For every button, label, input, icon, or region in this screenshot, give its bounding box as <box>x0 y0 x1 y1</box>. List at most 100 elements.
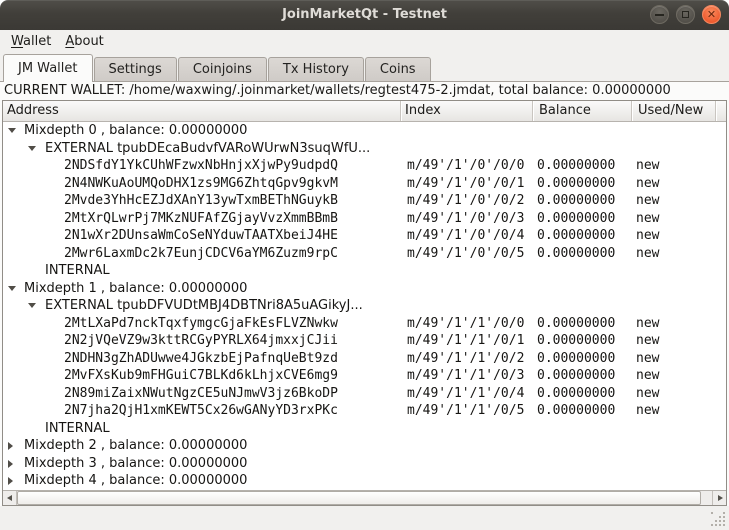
address-row[interactable]: 2MtLXaPd7nckTqxfymgcGjaFkEsFLVZNwkwm/49'… <box>3 315 726 333</box>
address-row[interactable]: 2NDSfdY1YkCUhWFzwxNbHnjxXjwPy9udpdQ m/49'… <box>3 157 726 175</box>
menu-wallet[interactable]: Wallet <box>4 32 58 51</box>
minimize-button[interactable] <box>650 5 669 24</box>
branch-row[interactable]: EXTERNAL tpubDEcaBudvfVARoWUrwN3suqWfU..… <box>3 140 726 158</box>
close-icon: ✕ <box>703 6 720 23</box>
minimize-icon <box>655 14 664 16</box>
mixdepth-label: Mixdepth 4 , balance: 0.00000000 <box>24 472 247 490</box>
balance-cell: 0.00000000 <box>537 192 615 210</box>
mixdepth-row[interactable]: Mixdepth 2 , balance: 0.00000000 <box>3 437 726 455</box>
tab-tx-history[interactable]: Tx History <box>268 57 364 81</box>
index-cell: m/49'/1'/0'/0/2 <box>407 192 524 210</box>
address-row[interactable]: 2MtXrQLwrPj7MKzNUFAfZGjayVvzXmmBBmB m/49'… <box>3 210 726 228</box>
index-cell: m/49'/1'/0'/0/0 <box>407 157 524 175</box>
scroll-right-button[interactable] <box>712 491 726 505</box>
index-cell: m/49'/1'/1'/0/1 <box>407 332 524 350</box>
address-cell: 2N4NWKuAoUMQoDHX1zs9MG6ZhtqGpv9gkvM <box>64 175 338 193</box>
address-row[interactable]: 2N2jVQeVZ9w3kttRCGyPYRLX64jmxxjCJiim/49'… <box>3 332 726 350</box>
mixdepth-label: Mixdepth 0 , balance: 0.00000000 <box>24 122 247 140</box>
address-cell: 2NDHN3gZhADUwwe4JGkzbEjPafnqUeBt9zd <box>64 350 338 368</box>
tab-coins[interactable]: Coins <box>365 57 431 81</box>
branch-label: INTERNAL <box>45 420 110 438</box>
index-cell: m/49'/1'/1'/0/3 <box>407 367 524 385</box>
address-cell: 2NDSfdY1YkCUhWFzwxNbHnjxXjwPy9udpdQ <box>64 157 338 175</box>
status-cell: new <box>636 350 659 368</box>
scroll-left-button[interactable] <box>3 491 17 505</box>
address-row[interactable]: 2NDHN3gZhADUwwe4JGkzbEjPafnqUeBt9zd m/49'… <box>3 350 726 368</box>
address-row[interactable]: 2N1wXr2DUnsaWmCoSeNYduwTAATXbeiJ4HEm/49'… <box>3 227 726 245</box>
address-cell: 2MvFXsKub9mFHGuiC7BLKd6kLhjxCVE6mg9 <box>64 367 338 385</box>
mixdepth-row[interactable]: Mixdepth 4 , balance: 0.00000000 <box>3 472 726 490</box>
balance-cell: 0.00000000 <box>537 210 615 228</box>
mixdepth-label: Mixdepth 1 , balance: 0.00000000 <box>24 280 247 298</box>
mixdepth-label: Mixdepth 2 , balance: 0.00000000 <box>24 437 247 455</box>
status-cell: new <box>636 210 659 228</box>
expand-arrow-icon[interactable] <box>8 460 13 468</box>
collapse-arrow-icon[interactable] <box>28 146 36 151</box>
address-row[interactable]: 2N4NWKuAoUMQoDHX1zs9MG6ZhtqGpv9gkvM m/49'… <box>3 175 726 193</box>
status-cell: new <box>636 367 659 385</box>
window-title: JoinMarketQt - Testnet <box>0 0 729 30</box>
status-bar <box>0 506 729 530</box>
index-cell: m/49'/1'/1'/0/2 <box>407 350 524 368</box>
balance-cell: 0.00000000 <box>537 315 615 333</box>
status-cell: new <box>636 315 659 333</box>
mixdepth-row[interactable]: Mixdepth 0 , balance: 0.00000000 <box>3 122 726 140</box>
balance-cell: 0.00000000 <box>537 245 615 263</box>
column-header-index[interactable]: Index <box>401 101 533 121</box>
expand-arrow-icon[interactable] <box>8 442 13 450</box>
balance-cell: 0.00000000 <box>537 350 615 368</box>
branch-row[interactable]: INTERNAL <box>3 262 726 280</box>
current-wallet-banner: CURRENT WALLET: /home/waxwing/.joinmarke… <box>0 82 729 100</box>
mixdepth-row[interactable]: Mixdepth 1 , balance: 0.00000000 <box>3 280 726 298</box>
index-cell: m/49'/1'/0'/0/1 <box>407 175 524 193</box>
balance-cell: 0.00000000 <box>537 175 615 193</box>
collapse-arrow-icon[interactable] <box>28 303 36 308</box>
horizontal-scrollbar[interactable] <box>3 490 726 505</box>
address-row[interactable]: 2Mvde3YhHcEZJdXAnY13ywTxmBEThNGuykBm/49'… <box>3 192 726 210</box>
status-cell: new <box>636 385 659 403</box>
maximize-button[interactable] <box>676 5 695 24</box>
address-row[interactable]: 2MvFXsKub9mFHGuiC7BLKd6kLhjxCVE6mg9 m/49'… <box>3 367 726 385</box>
expand-arrow-icon[interactable] <box>8 477 13 485</box>
balance-cell: 0.00000000 <box>537 385 615 403</box>
address-cell: 2N7jha2QjH1xmKEWT5Cx26wGANyYD3rxPKc <box>64 402 338 420</box>
scroll-left-icon <box>7 495 12 501</box>
collapse-arrow-icon[interactable] <box>8 286 16 291</box>
address-cell: 2MtXrQLwrPj7MKzNUFAfZGjayVvzXmmBBmB <box>64 210 338 228</box>
address-row[interactable]: 2Mwr6LaxmDc2k7EunjCDCV6aYM6Zuzm9rpCm/49'… <box>3 245 726 263</box>
column-header-address[interactable]: Address <box>3 101 401 121</box>
maximize-icon <box>682 11 689 18</box>
status-cell: new <box>636 245 659 263</box>
branch-row[interactable]: INTERNAL <box>3 420 726 438</box>
tab-coinjoins[interactable]: Coinjoins <box>178 57 267 81</box>
address-cell: 2Mwr6LaxmDc2k7EunjCDCV6aYM6Zuzm9rpC <box>64 245 338 263</box>
column-header-used-new[interactable]: Used/New <box>632 101 716 121</box>
mixdepth-row[interactable]: Mixdepth 3 , balance: 0.00000000 <box>3 455 726 473</box>
titlebar: JoinMarketQt - Testnet ✕ <box>0 0 729 30</box>
tab-jm-wallet[interactable]: JM Wallet <box>3 54 93 82</box>
scroll-right-icon <box>718 495 723 501</box>
tab-bar: JM WalletSettingsCoinjoinsTx HistoryCoin… <box>0 52 729 82</box>
resize-grip[interactable] <box>711 512 726 527</box>
address-cell: 2N89miZaixNWutNgzCE5uNJmwV3jz6BkoDP <box>64 385 338 403</box>
balance-cell: 0.00000000 <box>537 157 615 175</box>
status-cell: new <box>636 332 659 350</box>
column-header-balance[interactable]: Balance <box>533 101 632 121</box>
close-button[interactable]: ✕ <box>702 5 721 24</box>
address-row[interactable]: 2N89miZaixNWutNgzCE5uNJmwV3jz6BkoDPm/49'… <box>3 385 726 403</box>
index-cell: m/49'/1'/1'/0/5 <box>407 402 524 420</box>
menu-about[interactable]: About <box>58 32 110 51</box>
branch-row[interactable]: EXTERNAL tpubDFVUDtMBJ4DBTNri8A5uAGikyJ.… <box>3 297 726 315</box>
address-cell: 2N1wXr2DUnsaWmCoSeNYduwTAATXbeiJ4HE <box>64 227 338 245</box>
index-cell: m/49'/1'/0'/0/3 <box>407 210 524 228</box>
branch-label: EXTERNAL tpubDFVUDtMBJ4DBTNri8A5uAGikyJ.… <box>45 297 363 315</box>
address-row[interactable]: 2N7jha2QjH1xmKEWT5Cx26wGANyYD3rxPKc m/49'… <box>3 402 726 420</box>
status-cell: new <box>636 227 659 245</box>
tab-settings[interactable]: Settings <box>94 57 177 81</box>
wallet-tree: AddressIndexBalanceUsed/New Mixdepth 0 ,… <box>2 100 727 506</box>
mixdepth-label: Mixdepth 3 , balance: 0.00000000 <box>24 455 247 473</box>
collapse-arrow-icon[interactable] <box>8 128 16 133</box>
tree-header: AddressIndexBalanceUsed/New <box>3 101 726 122</box>
balance-cell: 0.00000000 <box>537 227 615 245</box>
scrollbar-thumb[interactable] <box>17 491 701 505</box>
